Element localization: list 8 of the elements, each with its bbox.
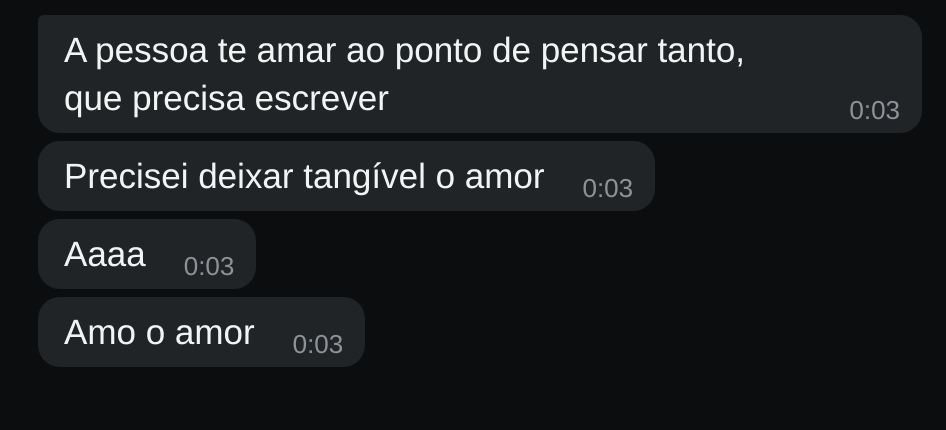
message-time: 0:03: [582, 173, 634, 203]
message-time: 0:03: [184, 251, 234, 281]
message-text: A pessoa te amar ao ponto de pensar tanto, que precisa escrever: [64, 30, 746, 120]
message-text: Amo o amor: [64, 312, 255, 354]
message-time: 0:03: [849, 95, 900, 125]
message-text: Aaaa: [64, 234, 146, 276]
message-text: Precisei deixar tangível o amor: [64, 156, 544, 198]
message-time: 0:03: [292, 329, 344, 359]
